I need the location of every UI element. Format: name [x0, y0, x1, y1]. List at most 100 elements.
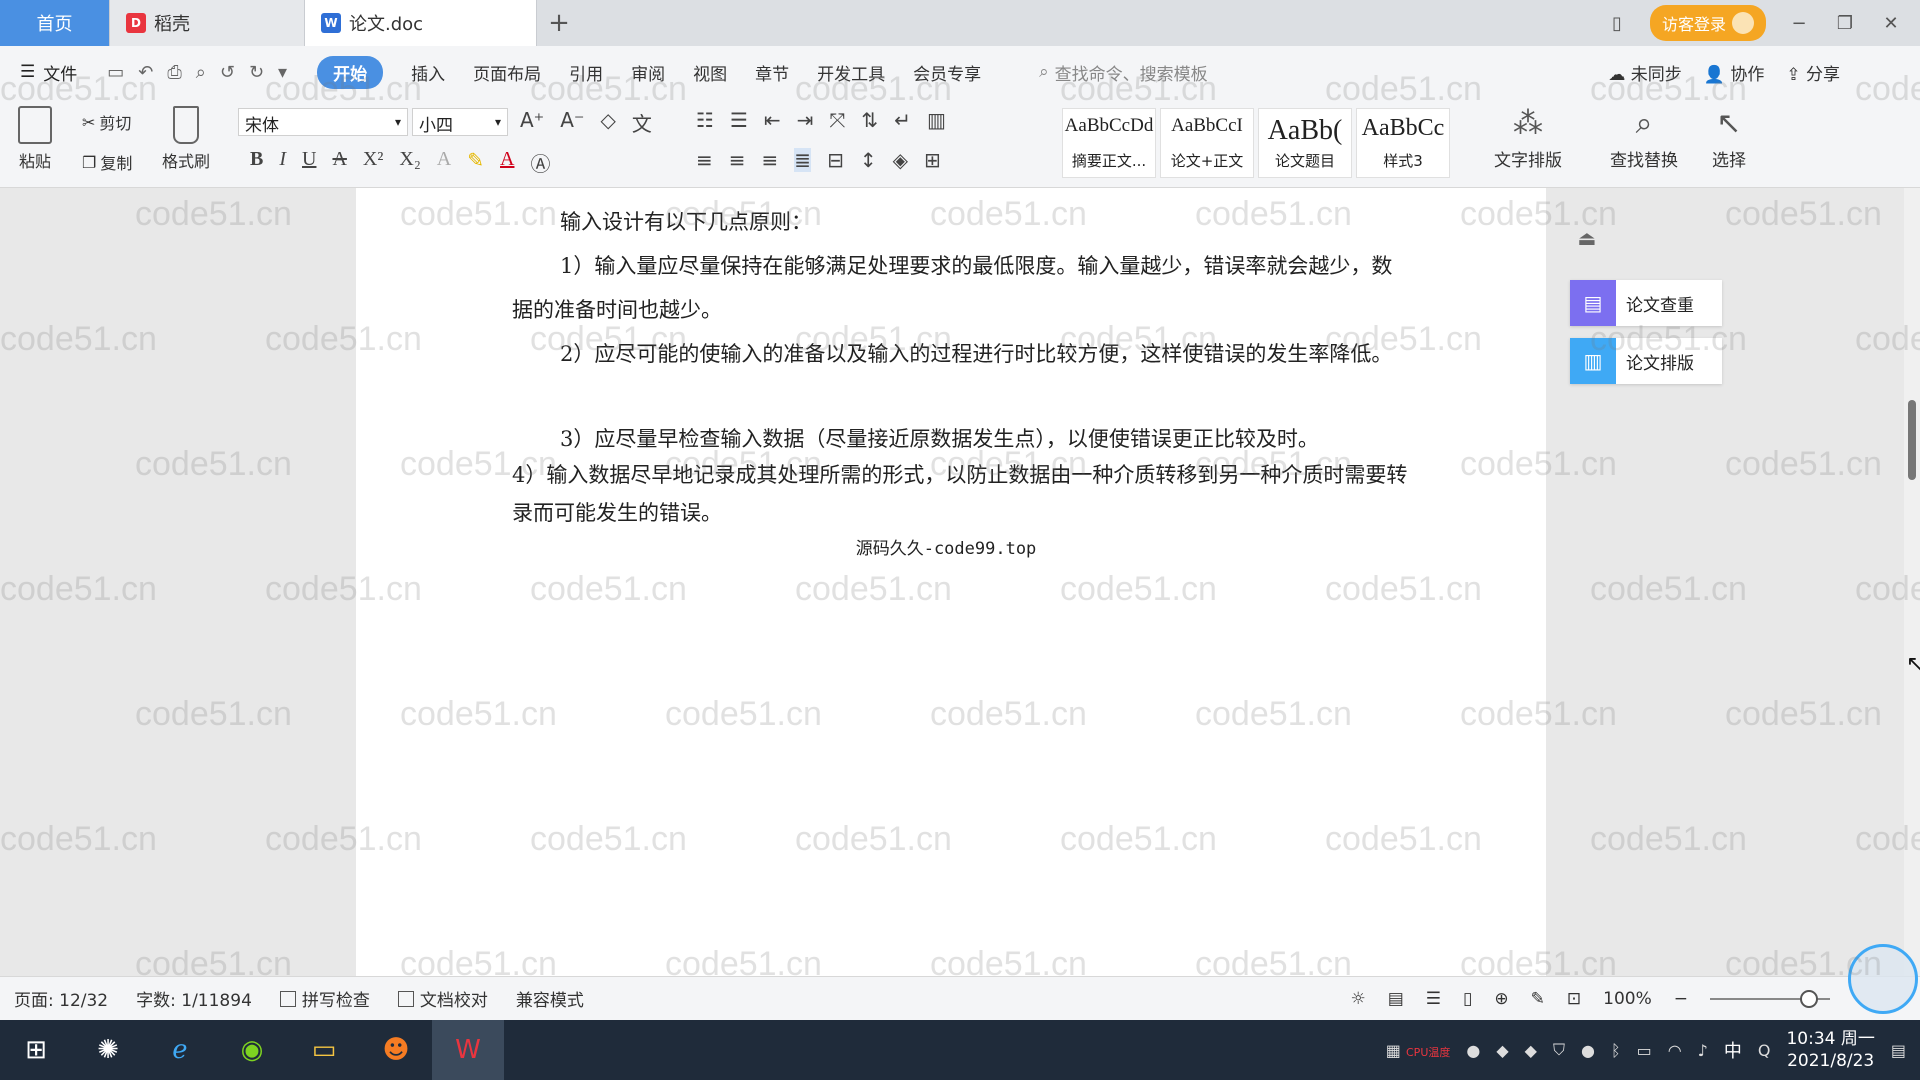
pinwheel-app-icon[interactable]: ✺: [72, 1020, 144, 1080]
distribute-icon[interactable]: ⊟: [827, 148, 844, 172]
system-clock[interactable]: 10:34 周一 2021/8/23: [1786, 1028, 1874, 1072]
copy-button[interactable]: ❐ 复制: [82, 150, 132, 174]
style-abstract-body[interactable]: AaBbCcDd 摘要正文...: [1062, 108, 1156, 178]
app-avatar-icon[interactable]: ☻: [360, 1020, 432, 1080]
write-view-icon[interactable]: ✎: [1531, 989, 1545, 1009]
tray-app-icon[interactable]: ●: [1581, 1041, 1595, 1060]
minimize-button[interactable]: −: [1786, 13, 1812, 34]
superscript-icon[interactable]: X²: [363, 148, 383, 177]
tab-draft[interactable]: D 稻壳: [110, 0, 305, 46]
char-border-icon[interactable]: Ⓐ: [530, 148, 550, 177]
windows-start-icon[interactable]: ⊞: [0, 1020, 72, 1080]
restore-button[interactable]: ❐: [1832, 13, 1858, 34]
tab-home[interactable]: 首页: [0, 0, 110, 46]
layout-toggle-icon[interactable]: ▯: [1604, 13, 1630, 34]
line-spacing-icon[interactable]: ↕: [860, 148, 877, 172]
menu-tab-insert[interactable]: 插入: [411, 60, 445, 85]
spell-check-toggle[interactable]: 拼写检查: [279, 986, 370, 1011]
align-left-icon[interactable]: ≡: [696, 148, 713, 172]
shrink-font-icon[interactable]: A⁻: [560, 108, 584, 137]
clear-format-icon[interactable]: ◇: [601, 108, 616, 137]
shield-icon[interactable]: ⛉: [1553, 1040, 1565, 1060]
notification-center-icon[interactable]: ▤: [1891, 1041, 1906, 1060]
zoom-slider[interactable]: [1710, 989, 1830, 1008]
vertical-scrollbar[interactable]: [1904, 188, 1920, 976]
tab-document[interactable]: W 论文.doc: [305, 0, 537, 46]
bluetooth-icon[interactable]: ᛒ: [1611, 1041, 1621, 1060]
volume-icon[interactable]: ♪: [1698, 1041, 1708, 1060]
zoom-out-icon[interactable]: −: [1674, 989, 1688, 1009]
align-center-icon[interactable]: ≡: [729, 148, 746, 172]
wifi-icon[interactable]: ◠: [1668, 1041, 1682, 1060]
page-view-icon[interactable]: ▤: [1388, 989, 1404, 1009]
borders-icon[interactable]: ⊞: [924, 148, 941, 172]
menu-tab-developer[interactable]: 开发工具: [817, 60, 885, 85]
wps-writer-icon[interactable]: W: [432, 1020, 504, 1080]
bullet-list-icon[interactable]: ☷: [696, 108, 714, 132]
qq-icon[interactable]: Q: [1758, 1041, 1771, 1060]
tray-app-icon[interactable]: ◆: [1496, 1041, 1508, 1060]
zoom-level[interactable]: 100%: [1603, 989, 1652, 1009]
tray-app-icon[interactable]: ●: [1466, 1041, 1480, 1060]
cut-button[interactable]: ✂ 剪切: [82, 110, 131, 134]
format-painter-button[interactable]: 格式刷: [162, 106, 210, 172]
thesis-check-button[interactable]: ▤ 论文查重: [1570, 280, 1722, 326]
read-view-icon[interactable]: ▯: [1463, 989, 1472, 1009]
style-thesis-body[interactable]: AaBbCcI 论文+正文: [1160, 108, 1254, 178]
paste-button[interactable]: 粘贴: [18, 106, 52, 172]
highlight-icon[interactable]: ✎: [467, 148, 484, 177]
zoom-slider-knob[interactable]: [1800, 989, 1818, 1008]
subscript-icon[interactable]: X₂: [399, 148, 420, 177]
menu-tab-chapter[interactable]: 章节: [755, 60, 789, 85]
decrease-indent-icon[interactable]: ⇤: [764, 108, 781, 132]
guest-login-button[interactable]: 访客登录: [1649, 5, 1766, 41]
doc-proof-toggle[interactable]: 文档校对: [397, 986, 488, 1011]
redo-icon[interactable]: ↻: [249, 62, 264, 83]
phonetic-guide-icon[interactable]: 文: [632, 108, 652, 137]
style-thesis-title[interactable]: AaBb(论文题目: [1258, 108, 1352, 178]
grow-font-icon[interactable]: A⁺: [520, 108, 544, 137]
command-search[interactable]: ⌕ 查找命令、搜索模板: [1039, 60, 1208, 85]
collapse-panel-icon[interactable]: ⏏: [1570, 226, 1604, 260]
strikethrough-icon[interactable]: A: [332, 148, 346, 177]
assistant-bubble-icon[interactable]: [1848, 944, 1918, 1014]
shading-icon[interactable]: ◈: [893, 148, 908, 172]
tray-app-icon[interactable]: ◆: [1525, 1041, 1537, 1060]
text-effect-icon[interactable]: A: [437, 148, 451, 177]
text-layout-button[interactable]: ⁂ 文字排版: [1494, 106, 1562, 171]
eye-protect-icon[interactable]: ☼: [1350, 989, 1365, 1009]
thesis-layout-button[interactable]: ▥ 论文排版: [1570, 338, 1722, 384]
print-preview-icon[interactable]: ⌕: [196, 62, 206, 83]
sort-icon[interactable]: ⇅: [861, 108, 878, 132]
menu-tab-page-layout[interactable]: 页面布局: [473, 60, 541, 85]
close-button[interactable]: ✕: [1878, 13, 1904, 34]
web-view-icon[interactable]: ⊕: [1494, 989, 1508, 1009]
word-count[interactable]: 字数: 1/11894: [136, 986, 252, 1011]
font-name-select[interactable]: 宋体 ▾: [238, 108, 408, 136]
menu-tab-view[interactable]: 视图: [693, 60, 727, 85]
select-button[interactable]: ↖ 选择: [1712, 106, 1746, 171]
menu-tab-member[interactable]: 会员专享: [913, 60, 981, 85]
ie-browser-icon[interactable]: ℯ: [144, 1020, 216, 1080]
scrollbar-thumb[interactable]: [1908, 400, 1916, 480]
file-explorer-icon[interactable]: ▭: [288, 1020, 360, 1080]
green-browser-icon[interactable]: ◉: [216, 1020, 288, 1080]
outline-view-icon[interactable]: ☰: [1426, 989, 1441, 1009]
align-right-icon[interactable]: ≡: [762, 148, 779, 172]
justify-icon[interactable]: ≣: [794, 148, 812, 172]
ruler-icon[interactable]: ▥: [927, 108, 946, 132]
numbered-list-icon[interactable]: ☰: [730, 108, 748, 132]
cpu-temp-widget[interactable]: ▦ CPU温度: [1386, 1041, 1451, 1060]
file-menu[interactable]: ☰ 文件: [20, 60, 77, 85]
italic-icon[interactable]: I: [279, 148, 286, 177]
increase-indent-icon[interactable]: ⇥: [797, 108, 814, 132]
fit-page-icon[interactable]: ⊡: [1567, 989, 1581, 1009]
style-3[interactable]: AaBbCc 样式3: [1356, 108, 1450, 178]
menu-tab-review[interactable]: 审阅: [631, 60, 665, 85]
text-direction-icon[interactable]: ⤧: [829, 108, 845, 132]
input-method-indicator[interactable]: 中: [1724, 1037, 1742, 1063]
undo-icon[interactable]: ↺: [220, 62, 235, 83]
underline-icon[interactable]: U: [302, 148, 316, 177]
font-color-icon[interactable]: A: [500, 148, 514, 177]
font-size-select[interactable]: 小四 ▾: [412, 108, 508, 136]
